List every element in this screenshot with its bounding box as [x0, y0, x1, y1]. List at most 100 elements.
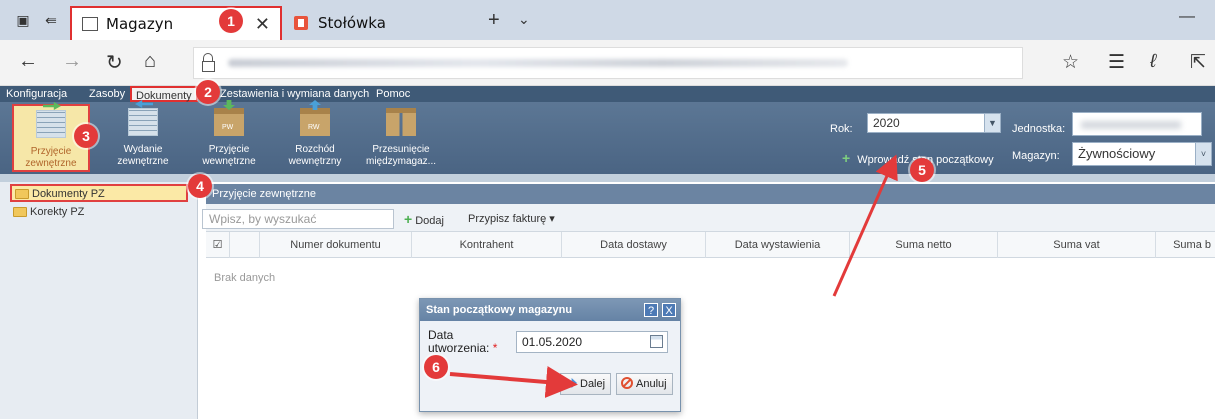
rozchod-wewnetrzny-button[interactable]: Rozchód wewnętrzny — [276, 104, 354, 172]
date-field[interactable]: 01.05.2020 — [516, 331, 668, 353]
chevron-down-icon[interactable]: ⌄ — [518, 11, 530, 28]
menu-dokumenty[interactable]: Dokumenty — [130, 86, 198, 102]
step-badge-1: 1 — [219, 9, 243, 33]
column-header[interactable]: Numer dokumentu — [260, 232, 412, 258]
search-input[interactable]: Wpisz, by wyszukać — [202, 209, 394, 229]
back-arrow-icon[interactable]: ← — [18, 50, 38, 73]
folder-icon — [15, 189, 29, 199]
browser-tab-bar: ▣ ⇚ Magazyn ✕ Stołówka + ⌄ — — [0, 0, 1215, 40]
attach-invoice-button[interactable]: Przypisz fakturę ▾ — [468, 210, 555, 228]
empty-state-text: Brak danych — [214, 272, 276, 284]
new-tab-icon[interactable]: + — [488, 9, 500, 32]
rok-value: 2020 — [873, 116, 900, 130]
panel-title: Przyjęcie zewnętrzne — [206, 184, 1215, 204]
receipt-external-icon — [36, 110, 66, 138]
column-header[interactable]: Data dostawy — [562, 232, 706, 258]
menu-konfiguracja[interactable]: Konfiguracja — [2, 86, 71, 102]
required-mark: * — [492, 341, 498, 355]
sidebar-item-korekty-pz[interactable]: Korekty PZ — [10, 204, 84, 222]
favorites-icon[interactable]: ☰ — [1108, 51, 1125, 74]
star-icon[interactable]: ☆ — [1062, 51, 1079, 74]
jednostka-field[interactable] — [1072, 112, 1202, 136]
tab-magazyn[interactable]: Magazyn ✕ — [70, 6, 282, 40]
transfer-icon — [386, 108, 416, 136]
magazyn-select[interactable]: Żywnościowy ˅ — [1072, 142, 1212, 166]
magazyn-value: Żywnościowy — [1078, 146, 1156, 161]
plus-icon: + — [842, 150, 851, 166]
button-label: Przesunięcie międzymagaz... — [365, 144, 437, 167]
close-icon[interactable]: X — [662, 303, 676, 317]
tab-stolowka[interactable]: Stołówka — [286, 6, 476, 40]
cancel-button[interactable]: Anuluj — [616, 373, 673, 395]
dialog-title: Stan początkowy magazynu — [420, 299, 680, 321]
close-icon[interactable]: ✕ — [255, 14, 270, 35]
button-label: Wydanie zewnętrzne — [117, 144, 169, 167]
date-label-line1: Data — [428, 328, 454, 342]
magazyn-label: Magazyn: — [1012, 150, 1060, 162]
date-label-line2: utworzenia: — [428, 341, 490, 355]
przesuniecie-button[interactable]: Przesunięcie międzymagaz... — [356, 104, 446, 172]
przyjecie-wewnetrzne-button[interactable]: Przyjęcie wewnętrzne — [190, 104, 268, 172]
menu-zestawienia[interactable]: Zestawienia i wymiana danych — [216, 86, 373, 102]
minimize-icon[interactable]: — — [1179, 8, 1195, 26]
add-button[interactable]: + Dodaj — [404, 210, 444, 230]
step-badge-2: 2 — [196, 80, 220, 104]
pw-box-icon — [214, 108, 244, 136]
sidebar-item-dokumenty-pz[interactable]: Dokumenty PZ — [10, 184, 188, 202]
app-toolbar: Przyjęcie zewnętrzne Wydanie zewnętrzne … — [0, 102, 1215, 174]
column-header[interactable]: Data wystawienia — [706, 232, 850, 258]
date-label: Data utworzenia: * — [428, 329, 497, 355]
cancel-label: Anuluj — [636, 378, 667, 390]
forward-arrow-icon[interactable]: → — [62, 50, 82, 73]
add-label: Dodaj — [415, 215, 444, 227]
column-header[interactable]: Suma b — [1156, 232, 1215, 258]
issue-external-icon — [128, 108, 158, 136]
favicon-icon — [294, 16, 308, 30]
refresh-icon[interactable]: ↻ — [106, 50, 123, 75]
url-text-blurred — [228, 59, 848, 67]
chevron-down-icon[interactable]: ▼ — [984, 114, 1000, 132]
page-icon — [82, 17, 98, 31]
initial-state-dialog: Stan początkowy magazynu ? X Data utworz… — [419, 298, 681, 412]
help-icon[interactable]: ? — [644, 303, 658, 317]
menu-zasoby[interactable]: Zasoby — [85, 86, 129, 102]
column-header[interactable]: Suma vat — [998, 232, 1156, 258]
column-header[interactable]: Suma netto — [850, 232, 998, 258]
cancel-icon — [621, 377, 633, 389]
url-field[interactable] — [193, 47, 1023, 79]
rok-label: Rok: — [830, 123, 853, 135]
grid-header: ☑ Numer dokumentu Kontrahent Data dostaw… — [206, 232, 1215, 258]
plus-icon: + — [404, 211, 413, 227]
sidebar-item-label: Dokumenty PZ — [32, 188, 105, 200]
app-menubar: Konfiguracja Zasoby Dokumenty Zestawieni… — [0, 86, 1215, 102]
chevron-down-icon[interactable]: ˅ — [1195, 143, 1211, 165]
next-button[interactable]: Dalej — [560, 373, 612, 395]
button-label: Przyjęcie zewnętrzne — [25, 146, 77, 169]
lock-icon — [202, 53, 215, 72]
folder-icon — [13, 207, 27, 217]
pen-icon[interactable]: ℓ — [1150, 51, 1156, 73]
column-header[interactable]: Kontrahent — [412, 232, 562, 258]
sidebar: Dokumenty PZ Korekty PZ — [0, 182, 198, 419]
toolbar-separator — [0, 174, 1215, 182]
step-badge-3: 3 — [74, 124, 98, 148]
select-all-icon[interactable]: ☑ — [206, 232, 230, 258]
menu-pomoc[interactable]: Pomoc — [372, 86, 414, 102]
rok-select[interactable]: 2020 ▼ — [867, 113, 1001, 133]
column-blank — [230, 232, 260, 258]
button-label: Przyjęcie wewnętrzne — [202, 144, 256, 167]
wydanie-zewnetrzne-button[interactable]: Wydanie zewnętrzne — [104, 104, 182, 172]
step-badge-6: 6 — [424, 355, 448, 379]
calendar-icon[interactable] — [650, 335, 663, 348]
back-tabs-icon[interactable]: ⇚ — [42, 12, 60, 28]
step-badge-4: 4 — [188, 174, 212, 198]
step-badge-5: 5 — [910, 158, 934, 182]
tab-label: Magazyn — [106, 15, 174, 33]
tab-label: Stołówka — [318, 14, 386, 32]
button-label: Rozchód wewnętrzny — [288, 144, 342, 167]
next-label: Dalej — [580, 378, 606, 390]
tab-actions-icon[interactable]: ▣ — [14, 12, 32, 28]
address-bar: ← → ↻ ⌂ ☆ ☰ ℓ ⇱ — [0, 40, 1215, 86]
share-icon[interactable]: ⇱ — [1190, 51, 1206, 74]
home-icon[interactable]: ⌂ — [144, 50, 156, 73]
